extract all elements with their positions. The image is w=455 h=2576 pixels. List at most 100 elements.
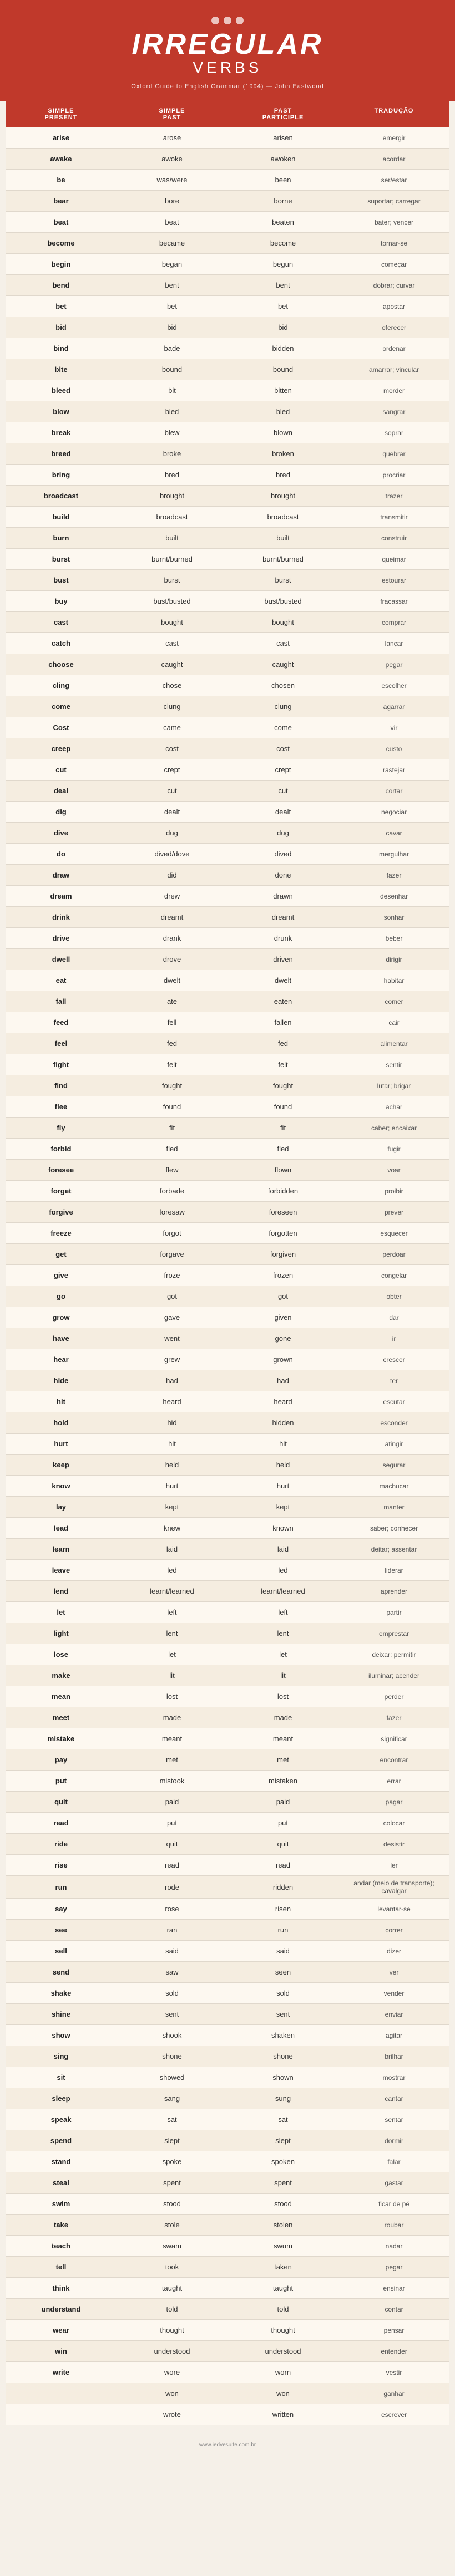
cell-89-1: sent [117, 2007, 228, 2022]
table-row: bendbentbentdobrar; curvar [6, 275, 449, 296]
cell-63-0: keep [6, 1457, 117, 1472]
cell-32-2: dealt [228, 804, 338, 819]
cell-106-2: worn [228, 2365, 338, 2380]
cell-90-0: show [6, 2028, 117, 2043]
cell-107-0 [6, 2390, 117, 2397]
cell-97-3: gastar [338, 2176, 449, 2190]
cell-41-1: ate [117, 994, 228, 1009]
cell-52-0: freeze [6, 1226, 117, 1241]
cell-67-3: deitar; assentar [338, 1542, 449, 1557]
table-row: knowhurthurtmachucar [6, 1476, 449, 1497]
cell-77-2: met [228, 1752, 338, 1767]
table-row: paymetmetencontrar [6, 1749, 449, 1771]
table-row: leaveledledliderar [6, 1560, 449, 1581]
cell-6-0: begin [6, 257, 117, 272]
cell-50-0: forget [6, 1184, 117, 1198]
table-row: loseletletdeixar; permitir [6, 1644, 449, 1665]
cell-13-2: bled [228, 404, 338, 419]
cell-3-0: bear [6, 193, 117, 208]
cell-75-0: meet [6, 1710, 117, 1725]
table-row: catchcastcastlançar [6, 633, 449, 654]
table-row: comeclungclungagarrar [6, 696, 449, 717]
table-row: shinesentsentenviar [6, 2004, 449, 2025]
table-row: showshookshakenagitar [6, 2025, 449, 2046]
footer: www.iedvesuite.com.br [0, 2436, 455, 2453]
cell-54-0: give [6, 1268, 117, 1283]
cell-79-3: pagar [338, 1795, 449, 1809]
cell-36-0: dream [6, 889, 117, 904]
cell-92-2: shown [228, 2070, 338, 2085]
cell-13-0: blow [6, 404, 117, 419]
table-row: spendsleptsleptdormir [6, 2130, 449, 2151]
cell-58-1: grew [117, 1352, 228, 1367]
table-row: bearborebornesuportar; carregar [6, 191, 449, 212]
cell-84-3: levantar-se [338, 1902, 449, 1916]
table-row: biteboundboundamarrar; vincular [6, 359, 449, 380]
cell-68-1: led [117, 1563, 228, 1578]
table-row: swimstoodstoodficar de pé [6, 2194, 449, 2215]
cell-80-3: colocar [338, 1816, 449, 1830]
cell-24-0: catch [6, 636, 117, 651]
main-title: IRREGULAR [11, 30, 444, 59]
table-row: buildbroadcastbroadcasttransmitir [6, 507, 449, 528]
cell-108-1: wrote [117, 2407, 228, 2422]
dot-2 [224, 17, 231, 24]
table-row: dreamdrewdrawndesenhar [6, 886, 449, 907]
cell-12-1: bit [117, 383, 228, 398]
cell-105-1: understood [117, 2344, 228, 2359]
cell-72-0: lose [6, 1647, 117, 1662]
table-row: breakblewblownsoprar [6, 422, 449, 443]
cell-59-2: had [228, 1373, 338, 1388]
source-text: Oxford Guide to English Grammar (1994) —… [11, 83, 444, 90]
cell-48-2: fled [228, 1141, 338, 1156]
cell-102-0: think [6, 2281, 117, 2296]
cell-100-2: swum [228, 2238, 338, 2253]
cell-59-0: hide [6, 1373, 117, 1388]
cell-80-1: put [117, 1815, 228, 1830]
cell-82-1: read [117, 1858, 228, 1873]
cell-4-0: beat [6, 215, 117, 229]
cell-38-2: drunk [228, 931, 338, 946]
table-row: fallateeatencomer [6, 991, 449, 1012]
cell-84-1: rose [117, 1901, 228, 1916]
cell-62-1: hit [117, 1436, 228, 1451]
cell-59-1: had [117, 1373, 228, 1388]
cell-42-2: fallen [228, 1015, 338, 1030]
cell-85-3: correr [338, 1923, 449, 1937]
cell-49-3: voar [338, 1163, 449, 1177]
cell-73-1: lit [117, 1668, 228, 1683]
cell-99-3: roubar [338, 2218, 449, 2232]
cell-28-3: vir [338, 721, 449, 735]
table-row: wearthoughtthoughtpensar [6, 2320, 449, 2341]
table-row: arisearosearisenemergir [6, 127, 449, 149]
table-row: becomebecamebecometornar-se [6, 233, 449, 254]
cell-66-1: knew [117, 1521, 228, 1536]
cell-0-2: arisen [228, 130, 338, 145]
table-row: bustburstburstestourar [6, 570, 449, 591]
cell-96-1: spoke [117, 2154, 228, 2169]
cell-97-0: steal [6, 2175, 117, 2190]
cell-53-0: get [6, 1247, 117, 1262]
cell-3-3: suportar; carregar [338, 194, 449, 208]
cell-28-2: come [228, 720, 338, 735]
cell-87-2: seen [228, 1965, 338, 1980]
table-row: castboughtboughtcomprar [6, 612, 449, 633]
cell-74-1: lost [117, 1689, 228, 1704]
cell-62-0: hurt [6, 1436, 117, 1451]
cell-57-3: ir [338, 1332, 449, 1346]
table-row: putmistookmistakenerrar [6, 1771, 449, 1792]
cell-93-1: sang [117, 2091, 228, 2106]
cell-34-2: dived [228, 846, 338, 861]
cell-9-1: bid [117, 320, 228, 335]
table-row: broadcastbroughtbroughttrazer [6, 486, 449, 507]
cell-14-2: blown [228, 425, 338, 440]
cell-105-3: entender [338, 2344, 449, 2359]
cell-40-3: habitar [338, 973, 449, 988]
cell-69-1: learnt/learned [117, 1584, 228, 1599]
table-row: meetmademadefazer [6, 1707, 449, 1728]
cell-27-3: agarrar [338, 700, 449, 714]
table-row: makelitlitiluminar; acender [6, 1665, 449, 1686]
cell-88-2: sold [228, 1986, 338, 2001]
table-row: fleefoundfoundachar [6, 1096, 449, 1118]
cell-18-0: build [6, 509, 117, 524]
